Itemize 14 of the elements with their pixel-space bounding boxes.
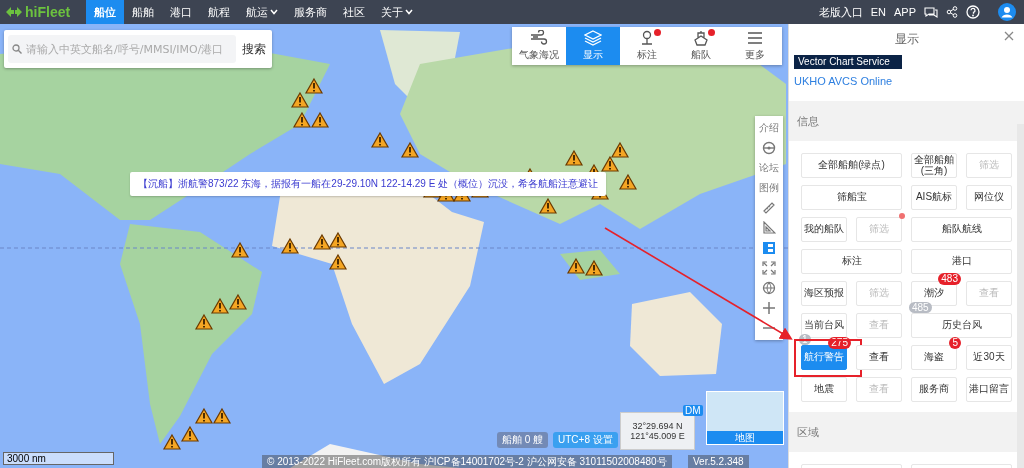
logo-text: hiFleet bbox=[25, 4, 71, 20]
ship-count-label: 船舶 0 艘 bbox=[497, 432, 549, 448]
section-title: 区域 bbox=[797, 424, 819, 440]
minimap-label: 地图 bbox=[707, 431, 783, 444]
count-badge: 485 bbox=[909, 302, 932, 313]
latitude-text: 32°29.694 N bbox=[632, 421, 683, 431]
panel-title: 显示 bbox=[894, 30, 919, 48]
copyright-text: © 2013-2022 HiFleet.com版权所有 沪ICP备14001702号-2 沪公网安备 31011502008480号 bbox=[262, 455, 672, 468]
map-scale: 3000 nm bbox=[3, 452, 114, 465]
count-badge: 1 bbox=[799, 334, 811, 345]
longitude-text: 121°45.009 E bbox=[630, 431, 685, 441]
count-badge: 483 bbox=[938, 273, 961, 285]
section-title: 信息 bbox=[797, 113, 819, 129]
version-text: Ver.5.2.348 bbox=[688, 455, 749, 468]
